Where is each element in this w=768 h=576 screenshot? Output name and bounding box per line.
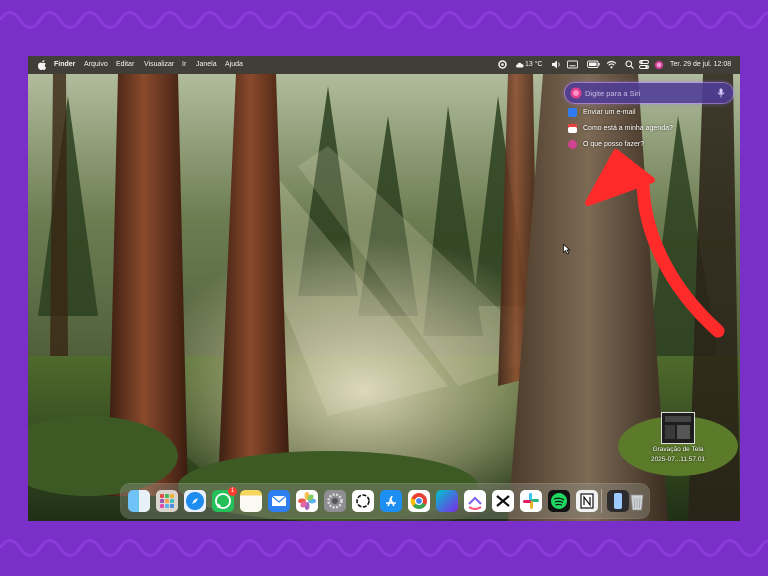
menu-visualizar[interactable]: Visualizar [144,56,174,74]
suggestion-label: O que posso fazer? [583,141,645,148]
capcut-icon[interactable] [492,490,514,512]
whatsapp-badge: 1 [228,487,237,496]
suggestion-label: Enviar um e-mail [583,109,636,116]
menu-ajuda[interactable]: Ajuda [225,56,243,74]
siri-orb-icon [570,87,582,99]
suggestion-label: Como está a minha agenda? [583,125,673,132]
keyboard-icon[interactable] [567,60,578,69]
weather-temperature[interactable]: 13 °C [525,56,543,74]
menu-bar: Finder Arquivo Editar Visualizar Ir Jane… [28,56,740,74]
finder-icon[interactable] [128,490,150,512]
siri-icon [568,139,577,149]
siri-text-box[interactable] [565,83,733,103]
menu-ir[interactable]: Ir [182,56,186,74]
siri-suggestion-email[interactable]: Enviar um e-mail [568,106,636,119]
spotify-icon[interactable] [548,490,570,512]
trash-icon[interactable] [628,490,646,512]
menu-arquivo[interactable]: Arquivo [84,56,108,74]
notes-icon[interactable] [240,490,262,512]
siri-menubar-icon[interactable] [654,60,664,70]
siri-input[interactable] [585,86,713,100]
chrome-icon[interactable] [408,490,430,512]
launchpad-icon[interactable] [156,490,178,512]
apple-logo-icon[interactable] [38,60,46,70]
control-center-icon[interactable] [639,60,649,69]
weather-icon[interactable] [515,60,525,68]
mail-app-icon[interactable] [268,490,290,512]
wifi-icon[interactable] [606,60,617,69]
menu-editar[interactable]: Editar [116,56,134,74]
dock-divider [601,489,602,513]
file-name-line1: Gravação de Tela [652,446,704,453]
siri-suggestion-agenda[interactable]: Como está a minha agenda? [568,122,673,135]
menubar-datetime[interactable]: Ter. 29 de jul. 12:08 [670,56,731,74]
calendar-icon [568,123,577,133]
clickup-icon[interactable] [464,490,486,512]
battery-icon[interactable] [587,60,600,69]
video-thumbnail [661,412,695,444]
mail-icon [568,107,577,117]
mac-desktop-screen: Finder Arquivo Editar Visualizar Ir Jane… [28,56,740,521]
whatsapp-icon[interactable]: 1 [212,487,237,512]
slack-icon[interactable] [520,490,542,512]
menu-finder[interactable]: Finder [54,56,75,74]
system-settings-icon[interactable] [324,490,346,512]
microphone-icon[interactable] [717,88,725,98]
menu-janela[interactable]: Janela [196,56,217,74]
file-name-line2: 2025-07...11.57.01 [650,456,706,463]
dock: 1 [121,484,649,518]
canva-icon[interactable] [436,490,458,512]
search-icon[interactable] [625,60,634,69]
siri-suggestion-help[interactable]: O que posso fazer? [568,138,644,151]
chatgpt-icon[interactable] [352,490,374,512]
desktop-file-screen-recording[interactable]: Gravação de Tela 2025-07...11.57.01 [643,412,713,464]
iphone-mirroring-icon[interactable] [607,490,629,512]
notion-icon[interactable] [576,490,598,512]
mouse-cursor-icon [563,244,571,255]
app-store-icon[interactable] [380,490,402,512]
safari-icon[interactable] [184,490,206,512]
focus-icon[interactable] [498,60,507,69]
volume-icon[interactable] [551,60,561,69]
photos-icon[interactable] [296,490,318,512]
